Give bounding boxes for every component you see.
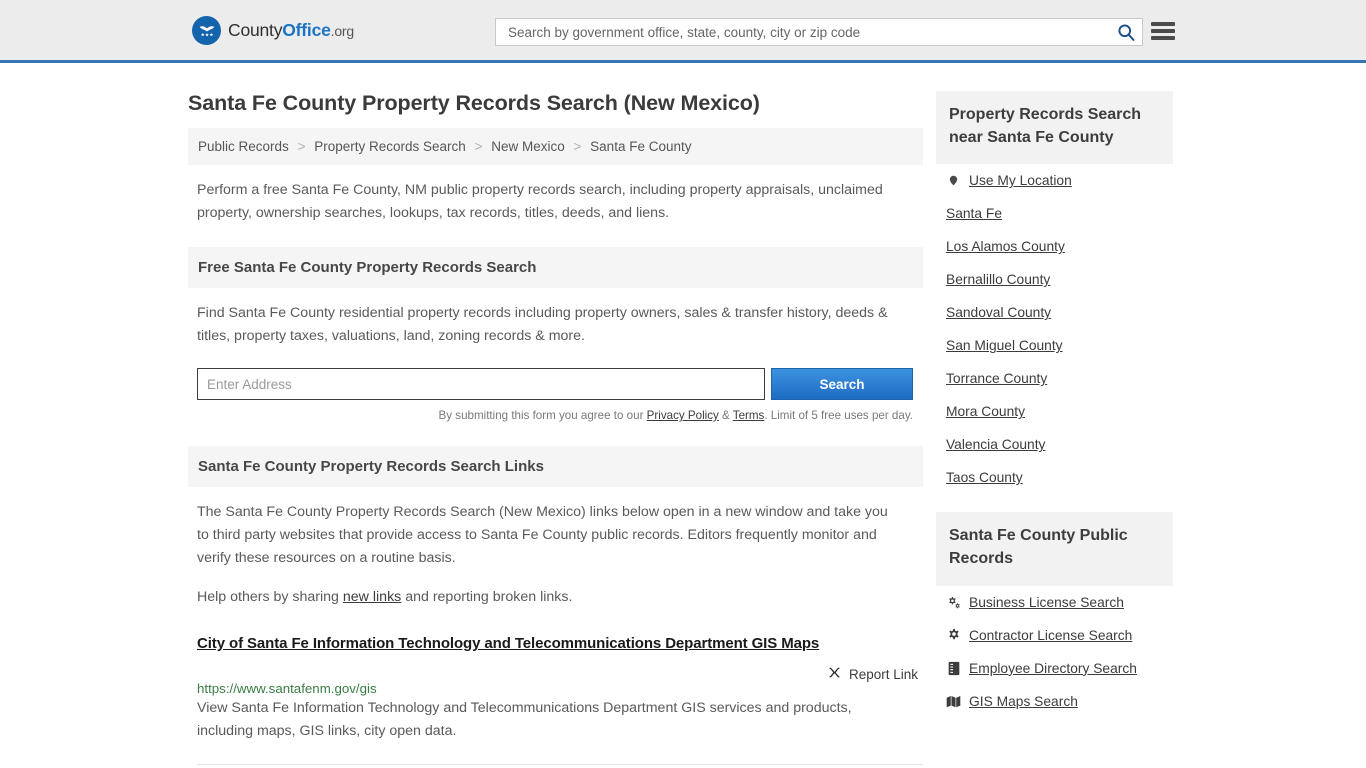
breadcrumb-item-property-records-search[interactable]: Property Records Search bbox=[314, 139, 466, 154]
sidebar-item-label[interactable]: Los Alamos County bbox=[946, 239, 1065, 254]
page-intro-text: Perform a free Santa Fe County, NM publi… bbox=[197, 182, 883, 221]
link-entry-url[interactable]: https://www.santafenm.gov/gis bbox=[197, 681, 923, 696]
sidebar-item-label[interactable]: Sandoval County bbox=[946, 305, 1051, 320]
gear-icon bbox=[946, 628, 961, 642]
sidebar-item-torrance-county[interactable]: Torrance County bbox=[936, 362, 1173, 395]
disclaimer-amp: & bbox=[718, 409, 733, 422]
help-text-post: and reporting broken links. bbox=[401, 589, 573, 605]
sidebar-nearby-heading: Property Records Search near Santa Fe Co… bbox=[936, 91, 1173, 165]
report-link-label: Report Link bbox=[848, 666, 918, 682]
privacy-policy-link[interactable]: Privacy Policy bbox=[647, 409, 719, 422]
sidebar-public-records-list: Business License Search Contractor Licen… bbox=[936, 586, 1173, 718]
breadcrumb-item-public-records[interactable]: Public Records bbox=[198, 139, 289, 154]
county-office-emblem-icon bbox=[192, 16, 221, 45]
help-text-pre: Help others by sharing bbox=[197, 589, 343, 605]
breadcrumb: Public Records > Property Records Search… bbox=[188, 128, 923, 165]
logo-text-county: County bbox=[228, 20, 283, 40]
free-search-heading: Free Santa Fe County Property Records Se… bbox=[188, 247, 923, 288]
sidebar-item-label[interactable]: Torrance County bbox=[946, 371, 1047, 386]
map-icon bbox=[946, 695, 961, 708]
sidebar-item-label[interactable]: Bernalillo County bbox=[946, 272, 1050, 287]
link-entry-title[interactable]: City of Santa Fe Information Technology … bbox=[197, 635, 819, 652]
sidebar-item-gis-maps-search[interactable]: GIS Maps Search bbox=[936, 685, 1173, 718]
sidebar-item-label[interactable]: Contractor License Search bbox=[969, 628, 1132, 643]
site-logo[interactable]: CountyOffice.org bbox=[192, 16, 354, 45]
address-search-button[interactable]: Search bbox=[771, 368, 913, 400]
cogs-icon bbox=[946, 596, 961, 609]
sidebar-item-taos-county[interactable]: Taos County bbox=[936, 461, 1173, 494]
sidebar-nearby-list: Use My Location Santa Fe Los Alamos Coun… bbox=[936, 164, 1173, 494]
sidebar-item-mora-county[interactable]: Mora County bbox=[936, 395, 1173, 428]
address-input[interactable] bbox=[197, 368, 765, 400]
help-others-text: Help others by sharing new links and rep… bbox=[197, 586, 897, 609]
disclaimer-text-pre: By submitting this form you agree to our bbox=[438, 409, 647, 422]
sidebar-item-label[interactable]: San Miguel County bbox=[946, 338, 1063, 353]
search-icon[interactable] bbox=[1116, 22, 1136, 42]
sidebar-item-los-alamos-county[interactable]: Los Alamos County bbox=[936, 230, 1173, 263]
site-header: CountyOffice.org bbox=[0, 0, 1366, 63]
breadcrumb-separator-3: > bbox=[573, 139, 582, 154]
sidebar-item-label[interactable]: Mora County bbox=[946, 404, 1025, 419]
sidebar-item-sandoval-county[interactable]: Sandoval County bbox=[936, 296, 1173, 329]
logo-text: CountyOffice.org bbox=[228, 20, 354, 41]
logo-text-office: Office bbox=[282, 20, 331, 40]
main-content: Santa Fe County Property Records Search … bbox=[188, 63, 923, 768]
sidebar-item-label[interactable]: GIS Maps Search bbox=[969, 694, 1078, 709]
sidebar-item-contractor-license-search[interactable]: Contractor License Search bbox=[936, 619, 1173, 652]
links-section-heading: Santa Fe County Property Records Search … bbox=[188, 446, 923, 487]
menu-bar-2 bbox=[1151, 29, 1175, 33]
menu-icon[interactable] bbox=[1151, 20, 1175, 42]
sidebar-item-label[interactable]: Valencia County bbox=[946, 437, 1045, 452]
sidebar-item-san-miguel-county[interactable]: San Miguel County bbox=[936, 329, 1173, 362]
broken-link-icon bbox=[827, 665, 842, 683]
links-section-paragraph: The Santa Fe County Property Records Sea… bbox=[197, 504, 888, 566]
sidebar-item-label[interactable]: Use My Location bbox=[969, 173, 1072, 188]
terms-link[interactable]: Terms bbox=[733, 409, 765, 422]
new-links-link[interactable]: new links bbox=[343, 589, 401, 605]
breadcrumb-item-santa-fe-county[interactable]: Santa Fe County bbox=[590, 139, 691, 154]
breadcrumb-item-new-mexico[interactable]: New Mexico bbox=[491, 139, 565, 154]
book-icon bbox=[946, 661, 961, 676]
sidebar-item-valencia-county[interactable]: Valencia County bbox=[936, 428, 1173, 461]
link-entry: City of Santa Fe Information Technology … bbox=[197, 609, 923, 766]
map-pin-icon bbox=[946, 173, 961, 188]
sidebar: Property Records Search near Santa Fe Co… bbox=[936, 63, 1173, 768]
global-search-box[interactable] bbox=[495, 18, 1143, 46]
form-disclaimer: By submitting this form you agree to our… bbox=[188, 409, 913, 422]
sidebar-item-label[interactable]: Santa Fe bbox=[946, 206, 1002, 221]
sidebar-item-santa-fe[interactable]: Santa Fe bbox=[936, 197, 1173, 230]
sidebar-item-employee-directory-search[interactable]: Employee Directory Search bbox=[936, 652, 1173, 685]
logo-text-org: .org bbox=[330, 23, 355, 39]
sidebar-public-records-heading: Santa Fe County Public Records bbox=[936, 512, 1173, 586]
free-search-description: Find Santa Fe County residential propert… bbox=[197, 305, 888, 344]
address-search-form: Search bbox=[197, 368, 913, 400]
sidebar-item-label[interactable]: Employee Directory Search bbox=[969, 661, 1137, 676]
disclaimer-text-post: . Limit of 5 free uses per day. bbox=[764, 409, 913, 422]
sidebar-item-label[interactable]: Business License Search bbox=[969, 595, 1124, 610]
breadcrumb-separator-2: > bbox=[474, 139, 483, 154]
sidebar-item-business-license-search[interactable]: Business License Search bbox=[936, 586, 1173, 619]
breadcrumb-separator-1: > bbox=[297, 139, 306, 154]
sidebar-item-label[interactable]: Taos County bbox=[946, 470, 1023, 485]
sidebar-item-use-my-location[interactable]: Use My Location bbox=[936, 164, 1173, 197]
page-title: Santa Fe County Property Records Search … bbox=[188, 91, 760, 115]
global-search-input[interactable] bbox=[506, 23, 1116, 41]
link-entry-description: View Santa Fe Information Technology and… bbox=[197, 700, 852, 739]
menu-bar-1 bbox=[1151, 22, 1175, 26]
report-link-button[interactable]: Report Link bbox=[827, 665, 918, 683]
sidebar-item-bernalillo-county[interactable]: Bernalillo County bbox=[936, 263, 1173, 296]
page-body: Santa Fe County Property Records Search … bbox=[0, 63, 1366, 768]
menu-bar-3 bbox=[1151, 36, 1175, 40]
